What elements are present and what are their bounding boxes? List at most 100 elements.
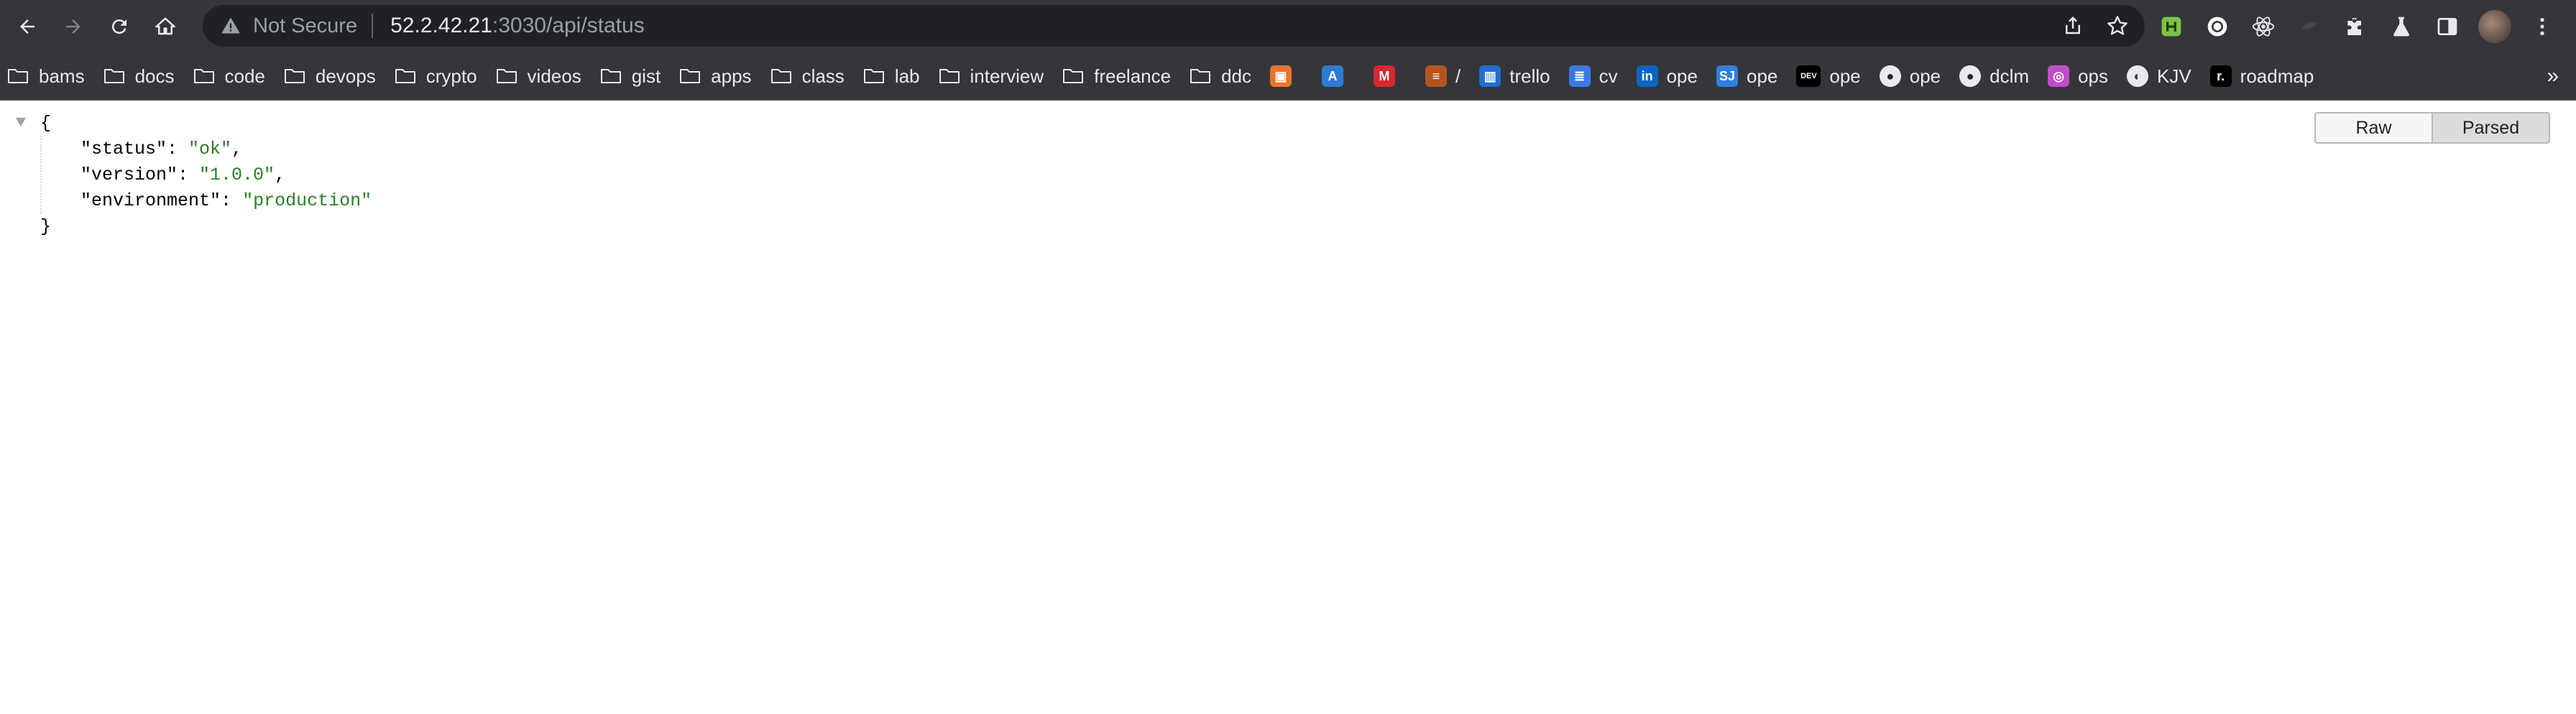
- bookmark-freelance-11[interactable]: freelance: [1055, 60, 1178, 93]
- extension-dark-icon[interactable]: [2294, 11, 2324, 42]
- bookmark-label: trello: [1509, 65, 1550, 87]
- bookmark-crypto-4[interactable]: crypto: [387, 60, 484, 93]
- bookmark-docs-1[interactable]: docs: [96, 60, 182, 93]
- bookmark-label: devops: [315, 65, 376, 87]
- labs-flask-icon[interactable]: [2386, 11, 2416, 42]
- folder-icon: [1190, 68, 1211, 85]
- bookmark-roadmap-26[interactable]: r. roadmap: [2203, 60, 2322, 93]
- folder-icon: [284, 68, 305, 85]
- side-panel-icon[interactable]: [2432, 11, 2462, 42]
- bookmark-label: dclm: [1990, 65, 2030, 87]
- bookmark-apps-7[interactable]: apps: [672, 60, 758, 93]
- json-entry: "version": "1.0.0",: [80, 162, 372, 188]
- warning-triangle-icon[interactable]: [220, 15, 242, 37]
- bookmark-dclm-23[interactable]: ● dclm: [1952, 60, 2036, 93]
- bookmark-label: ope: [1666, 65, 1698, 87]
- folder-icon: [1062, 68, 1084, 85]
- orange-tag-icon: ≡: [1425, 65, 1447, 87]
- bookmark-lab-9[interactable]: lab: [856, 60, 927, 93]
- bookmark-label: ope: [1746, 65, 1778, 87]
- bookmark-devops-3[interactable]: devops: [277, 60, 383, 93]
- puzzle-icon[interactable]: [2340, 11, 2370, 42]
- bookmark-label: docs: [134, 65, 175, 87]
- roadmap-icon: r.: [2209, 65, 2232, 87]
- bookmark-label: apps: [711, 65, 752, 87]
- extension-circle-icon[interactable]: [2202, 11, 2232, 42]
- folder-icon: [600, 68, 622, 85]
- bookmark-bams-0[interactable]: bams: [0, 60, 92, 93]
- bookmark-label: ops: [2078, 65, 2108, 87]
- bookmark-icon-13[interactable]: ▣: [1263, 60, 1307, 93]
- bookmark-class-8[interactable]: class: [763, 60, 852, 93]
- bookmark-cv-18[interactable]: ≣ cv: [1562, 60, 1625, 93]
- react-devtools-icon[interactable]: [2248, 11, 2278, 42]
- bookmark-ddc-12[interactable]: ddc: [1182, 60, 1259, 93]
- json-colon: :: [221, 190, 243, 211]
- github-icon: ●: [1879, 65, 1901, 87]
- json-key: "environment": [80, 190, 221, 211]
- bookmark-star-icon[interactable]: [2104, 13, 2130, 39]
- forward-button[interactable]: [55, 8, 92, 45]
- arrow-left-icon: [20, 19, 34, 34]
- folder-icon: [104, 68, 125, 85]
- kebab-menu-icon[interactable]: [2527, 11, 2557, 42]
- page-content: { "status": "ok", "version": "1.0.0", "env…: [0, 101, 2576, 714]
- profile-avatar[interactable]: [2478, 10, 2511, 43]
- bookmark-gist-6[interactable]: gist: [593, 60, 668, 93]
- bookmarks-overflow-button[interactable]: »: [2547, 64, 2559, 88]
- json-viewer: { "status": "ok", "version": "1.0.0", "env…: [16, 111, 372, 240]
- browser-toolbar: Not Secure 52.2.42.21:3030/api/status: [0, 0, 2576, 53]
- json-key: "version": [80, 164, 178, 185]
- json-open-brace: {: [40, 113, 52, 134]
- address-bar[interactable]: Not Secure 52.2.42.21:3030/api/status: [203, 5, 2145, 47]
- json-value: "1.0.0": [199, 164, 275, 185]
- reload-button[interactable]: [101, 8, 138, 45]
- back-button[interactable]: [9, 8, 46, 45]
- bookmark-label: roadmap: [2240, 65, 2314, 87]
- sj-icon: SJ: [1716, 65, 1738, 87]
- github-icon: ●: [1959, 65, 1982, 87]
- bookmark-label: freelance: [1094, 65, 1172, 87]
- folder-icon: [770, 68, 792, 85]
- bookmark-KJV-25[interactable]: ◐ KJV: [2120, 60, 2199, 93]
- bookmark-ope-20[interactable]: SJ ope: [1709, 60, 1785, 93]
- bookmark-interview-10[interactable]: interview: [932, 60, 1052, 93]
- bookmark-trello-17[interactable]: ▥ trello: [1472, 60, 1557, 93]
- security-label[interactable]: Not Secure: [253, 14, 357, 38]
- bookmark-icon-15[interactable]: M: [1366, 60, 1411, 93]
- bookmark-label: ope: [1829, 65, 1861, 87]
- url-path: :3030/api/status: [492, 14, 645, 37]
- linkedin-icon: in: [1636, 65, 1658, 87]
- bookmark-ope-21[interactable]: DEV ope: [1789, 60, 1867, 93]
- bookmark-item-16[interactable]: ≡ /: [1418, 60, 1468, 93]
- bookmark-icon-14[interactable]: A: [1315, 60, 1359, 93]
- json-comma: ,: [275, 164, 286, 185]
- bookmark-ope-19[interactable]: in ope: [1629, 60, 1705, 93]
- folder-icon: [193, 68, 215, 85]
- extensions-area: [2156, 7, 2557, 46]
- collapse-toggle-icon[interactable]: [16, 118, 26, 126]
- json-entry: "status": "ok",: [80, 136, 372, 162]
- folder-icon: [496, 68, 518, 85]
- bookmark-code-2[interactable]: code: [186, 60, 272, 93]
- folder-icon: [7, 68, 29, 85]
- bookmark-label: bams: [39, 65, 85, 87]
- trello-icon: ▥: [1479, 65, 1501, 87]
- json-value: "production": [242, 190, 372, 211]
- extension-green-icon[interactable]: [2156, 11, 2186, 42]
- raw-button[interactable]: Raw: [2314, 112, 2432, 144]
- view-toggle: Raw Parsed: [2314, 112, 2550, 144]
- azure-icon: A: [1322, 65, 1343, 87]
- share-icon[interactable]: [2060, 13, 2086, 39]
- parsed-button[interactable]: Parsed: [2432, 112, 2550, 144]
- folder-icon: [863, 68, 885, 85]
- json-entry: "environment": "production": [80, 188, 372, 214]
- bookmark-ops-24[interactable]: ◎ ops: [2041, 60, 2115, 93]
- bookmark-videos-5[interactable]: videos: [489, 60, 589, 93]
- google-docs-icon: ≣: [1568, 65, 1591, 87]
- url-text[interactable]: 52.2.42.21:3030/api/status: [390, 14, 645, 38]
- bookmark-ope-22[interactable]: ● ope: [1872, 60, 1948, 93]
- reload-icon: [111, 19, 126, 34]
- globe-icon: ◐: [2126, 65, 2148, 87]
- home-button[interactable]: [147, 8, 184, 45]
